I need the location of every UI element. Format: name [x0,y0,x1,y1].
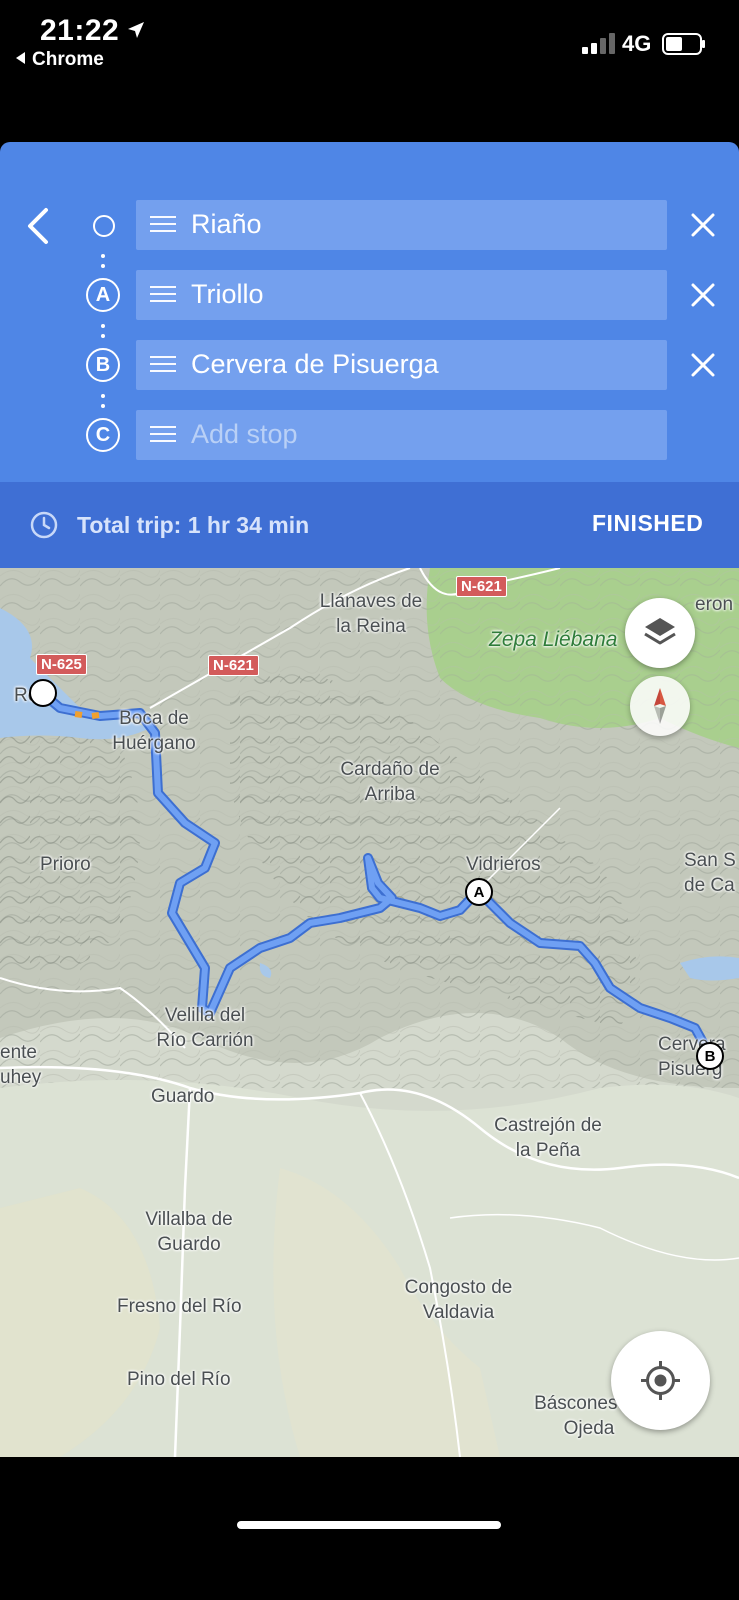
place-label: ente uhey [0,1042,42,1088]
add-stop-placeholder: Add stop [191,419,298,449]
home-indicator[interactable] [237,1521,501,1529]
signal-strength-icon [582,33,615,54]
remove-stop-icon[interactable] [690,212,716,238]
stop-marker-c: C [86,418,120,452]
crosshair-icon [641,1361,680,1400]
park-label: Zepa Liébana [489,628,618,651]
stop-a-value: Triollo [191,279,264,309]
route-pin-b[interactable]: B [696,1042,724,1070]
drag-handle-icon[interactable] [150,356,176,374]
route-pin-a[interactable]: A [465,878,493,906]
stop-marker-b: B [86,348,120,382]
place-label: Fresno del Río [117,1296,242,1317]
clock-time: 21:22 [40,14,120,47]
network-type: 4G [622,31,652,56]
back-triangle-icon [16,52,25,64]
map-terrain [0,568,739,1457]
place-label: Velilla del Río Carrión [156,1005,254,1051]
status-bar: 21:22 Chrome 4G [0,0,739,142]
origin-circle-icon [93,215,115,237]
map-view[interactable]: N-621 N-625 N-621 Llánaves de la Reina Z… [0,568,739,1457]
location-arrow-icon [128,22,144,38]
add-stop-field[interactable]: Add stop [136,410,667,460]
road-shield: N-621 [456,576,507,597]
stop-a-field[interactable]: Triollo [136,270,667,320]
drag-handle-icon[interactable] [150,286,176,304]
place-label: Guardo [151,1086,215,1107]
place-label: Castrejón de la Peña [494,1115,602,1161]
place-label: Congosto de Valdavia [404,1277,513,1323]
remove-stop-icon[interactable] [690,352,716,378]
drag-handle-icon[interactable] [150,426,176,444]
stop-b-value: Cervera de Pisuerga [191,349,439,379]
stop-row-add: C Add stop [0,410,739,460]
stop-row-b: B Cervera de Pisuerga [0,340,739,390]
origin-field[interactable]: Riaño [136,200,667,250]
route-origin-pin[interactable] [29,679,57,707]
battery-icon [662,33,705,55]
place-label: Prioro [40,854,91,875]
clock-icon [30,511,58,539]
place-label: San S de Ca [684,850,736,896]
finished-button[interactable]: FINISHED [592,510,703,537]
place-label: Villalba de Guardo [145,1209,233,1255]
back-app-label: Chrome [32,49,104,70]
road-shield: N-621 [208,655,259,676]
place-label: Cardaño de Arriba [340,759,440,805]
place-label: Llánaves de la Reina [319,591,423,637]
layers-button[interactable] [625,598,695,668]
layers-icon [644,618,676,645]
trip-summary-bar: Total trip: 1 hr 34 min FINISHED [0,482,739,568]
compass-icon [654,688,666,724]
my-location-button[interactable] [611,1331,710,1430]
directions-panel: Riaño A Triollo B Cervera de Pisuerga C [0,142,739,482]
place-label: Pino del Río [127,1369,231,1390]
stop-b-field[interactable]: Cervera de Pisuerga [136,340,667,390]
place-label: eron [695,594,734,615]
stop-row-origin: Riaño [0,200,739,250]
stop-marker-a: A [86,278,120,312]
drag-handle-icon[interactable] [150,216,176,234]
back-to-app-link[interactable]: Chrome [16,49,104,71]
total-trip-time: Total trip: 1 hr 34 min [77,512,310,538]
place-label: Vidrieros [466,854,541,875]
origin-value: Riaño [191,209,262,239]
stop-row-a: A Triollo [0,270,739,320]
place-label: Boca de Huérgano [112,708,196,754]
road-shield: N-625 [36,654,87,675]
remove-stop-icon[interactable] [690,282,716,308]
compass-button[interactable] [630,676,690,736]
